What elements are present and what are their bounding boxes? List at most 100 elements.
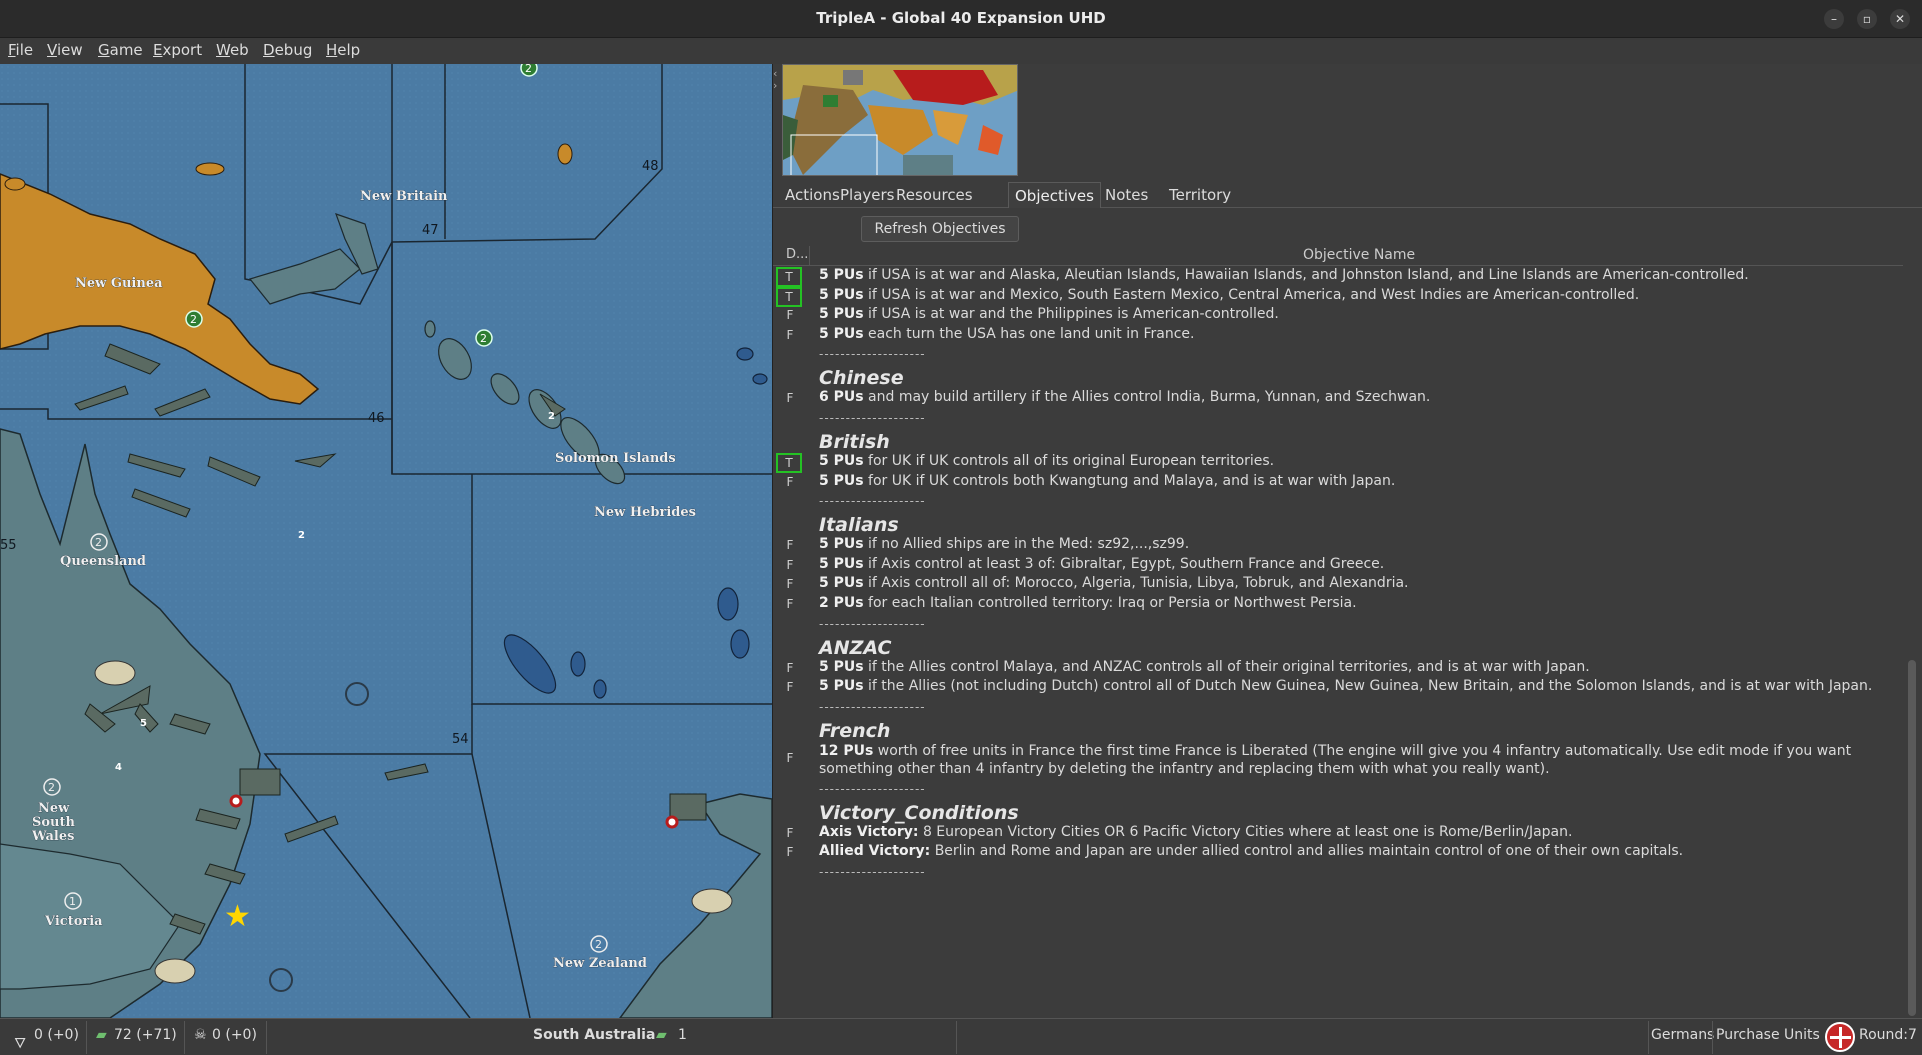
objective-description: for each Italian controlled territory: I… [863, 595, 1357, 611]
tab-resources[interactable]: Resources [890, 182, 979, 208]
objective-row[interactable]: T 5 PUs if USA is at war and Mexico, Sout… [773, 286, 1903, 307]
objectives-list[interactable]: T 5 PUs if USA is at war and Alaska, Aleu… [773, 267, 1903, 1018]
objective-description: and may build artillery if the Allies co… [863, 389, 1431, 406]
menu-game[interactable]: Game [98, 41, 143, 59]
objective-text: 5 PUs for UK if UK controls both Kwangtu… [819, 473, 1395, 489]
objective-text: 6 PUs and may build artillery if the All… [819, 389, 1430, 405]
sea-zone-55: 55 [0, 538, 17, 553]
refresh-objectives-button[interactable]: Refresh Objectives [861, 216, 1019, 242]
sea-zone-47: 47 [422, 223, 439, 238]
objective-reward: 5 PUs [819, 267, 864, 283]
scrollbar-thumb[interactable] [1908, 660, 1916, 1016]
production-marker-new-guinea: 2 [185, 310, 203, 328]
objective-status: F [786, 538, 794, 553]
objective-reward: 5 PUs [819, 453, 864, 469]
objective-row[interactable]: F 5 PUs if USA is at war and the Philippi… [773, 306, 1903, 326]
svg-text:2: 2 [48, 781, 55, 794]
svg-text:2: 2 [525, 64, 532, 75]
objective-row[interactable]: F 5 PUs if no Allied ships are in the Med… [773, 536, 1903, 556]
objective-status: T [776, 453, 802, 473]
menu-view[interactable]: View [47, 41, 83, 59]
objective-status: F [786, 557, 794, 572]
objective-reward: Axis Victory: [819, 823, 919, 840]
svg-text:2: 2 [548, 411, 555, 422]
svg-text:2: 2 [595, 938, 602, 951]
production-marker-solomon: 2 [475, 329, 493, 347]
objective-status: F [786, 577, 794, 592]
close-button[interactable]: ✕ [1890, 9, 1910, 29]
objective-text: 12 PUs worth of free units in France the… [819, 742, 1889, 778]
column-done-header[interactable]: D... [786, 247, 808, 262]
sea-zone-46: 46 [368, 411, 385, 426]
objective-row[interactable]: T 5 PUs if USA is at war and Alaska, Aleu… [773, 267, 1903, 287]
column-divider[interactable] [809, 246, 810, 266]
resource-2-value: 72 (+71) [114, 1027, 177, 1043]
svg-text:1: 1 [69, 895, 76, 908]
objective-description: if USA is at war and the Philippines is … [863, 306, 1279, 323]
objective-row[interactable]: F 6 PUs and may build artillery if the Al… [773, 389, 1903, 409]
objective-text: 5 PUs if the Allies control Malaya, and … [819, 659, 1590, 675]
objective-description: 8 European Victory Cities OR 6 Pacific V… [918, 823, 1573, 840]
objective-row[interactable]: F 5 PUs if Axis controll all of: Morocco,… [773, 575, 1903, 595]
svg-text:2: 2 [190, 313, 197, 326]
maximize-button[interactable]: ▫ [1857, 9, 1877, 29]
resource-1-icon: 🜄 [14, 1036, 27, 1052]
objective-text: 5 PUs if Axis control at least 3 of: Gib… [819, 556, 1384, 572]
objective-status: F [786, 680, 794, 695]
objective-description: if USA is at war and Mexico, South Easte… [863, 286, 1640, 303]
objective-row[interactable]: F Axis Victory: 8 European Victory Cities… [773, 824, 1903, 844]
tab-territory[interactable]: Territory [1163, 182, 1237, 208]
objective-row[interactable]: F 5 PUs if Axis control at least 3 of: Gi… [773, 556, 1903, 576]
objective-description: each turn the USA has one land unit in F… [863, 325, 1195, 342]
minimap[interactable] [782, 64, 1018, 176]
label-solomon-islands: Solomon Islands [555, 451, 676, 466]
menu-export[interactable]: Export [153, 41, 202, 59]
skull-icon: ☠ [194, 1027, 207, 1043]
factory-unit [669, 793, 707, 821]
objective-text: Allied Victory: Berlin and Rome and Japa… [819, 843, 1683, 859]
column-name-header[interactable]: Objective Name [1303, 247, 1415, 263]
objective-status: T [776, 286, 802, 307]
objective-text: 2 PUs for each Italian controlled territ… [819, 595, 1357, 611]
objective-text: 5 PUs if no Allied ships are in the Med:… [819, 536, 1189, 552]
menu-file[interactable]: File [8, 41, 33, 59]
objective-reward: 5 PUs [819, 555, 864, 572]
nation-name: British [819, 431, 890, 453]
resource-1-value: 0 (+0) [34, 1027, 79, 1043]
status-bar: 🜄 0 (+0) ▰ 72 (+71) ☠ 0 (+0) South Austr… [0, 1018, 1922, 1055]
tab-objectives[interactable]: Objectives [1008, 182, 1101, 208]
objective-status: F [786, 825, 794, 840]
objective-row[interactable]: T 5 PUs for UK if UK controls all of its … [773, 453, 1903, 473]
objective-row[interactable]: F 2 PUs for each Italian controlled terri… [773, 595, 1903, 615]
objective-text: 5 PUs if USA is at war and Mexico, South… [819, 287, 1639, 303]
capital-star-icon: ★ [224, 899, 251, 934]
tab-notes[interactable]: Notes [1099, 182, 1154, 208]
objective-row[interactable]: F 5 PUs if the Allies control Malaya, and… [773, 659, 1903, 679]
menu-web[interactable]: Web [216, 41, 249, 59]
objectives-scrollbar[interactable] [1906, 267, 1918, 1018]
menu-debug[interactable]: Debug [263, 41, 312, 59]
objective-description: if Axis controll all of: Morocco, Algeri… [863, 575, 1409, 592]
objective-reward: 5 PUs [819, 472, 864, 489]
label-queensland: Queensland [60, 554, 146, 569]
window-title: TripleA - Global 40 Expansion UHD [816, 9, 1106, 27]
separator-line: -------------------- [819, 494, 926, 509]
objective-row[interactable]: F 12 PUs worth of free units in France th… [773, 742, 1903, 780]
divider [184, 1021, 185, 1054]
sea-zone-48: 48 [642, 159, 659, 174]
objective-row[interactable]: F 5 PUs each turn the USA has one land un… [773, 326, 1903, 346]
game-map[interactable]: 48 47 46 55 54 New Britain New Guinea So… [0, 64, 772, 1018]
objective-row[interactable]: F 5 PUs if the Allies (not including Dutc… [773, 678, 1903, 698]
objective-reward: 6 PUs [819, 389, 864, 406]
label-new-hebrides: New Hebrides [594, 505, 696, 520]
objective-row[interactable]: F Allied Victory: Berlin and Rome and Jap… [773, 843, 1903, 863]
objective-row[interactable]: F 5 PUs for UK if UK controls both Kwangt… [773, 473, 1903, 493]
current-player: Germans [1651, 1027, 1715, 1043]
map-canvas[interactable]: 48 47 46 55 54 New Britain New Guinea So… [0, 64, 772, 1018]
menu-help[interactable]: Help [326, 41, 360, 59]
divider [1648, 1021, 1649, 1054]
minimize-button[interactable]: – [1824, 9, 1844, 29]
collapse-panel-icon[interactable]: ‹ › [773, 68, 781, 98]
objective-text: 5 PUs if the Allies (not including Dutch… [819, 678, 1872, 694]
objective-text: Axis Victory: 8 European Victory Cities … [819, 824, 1572, 840]
